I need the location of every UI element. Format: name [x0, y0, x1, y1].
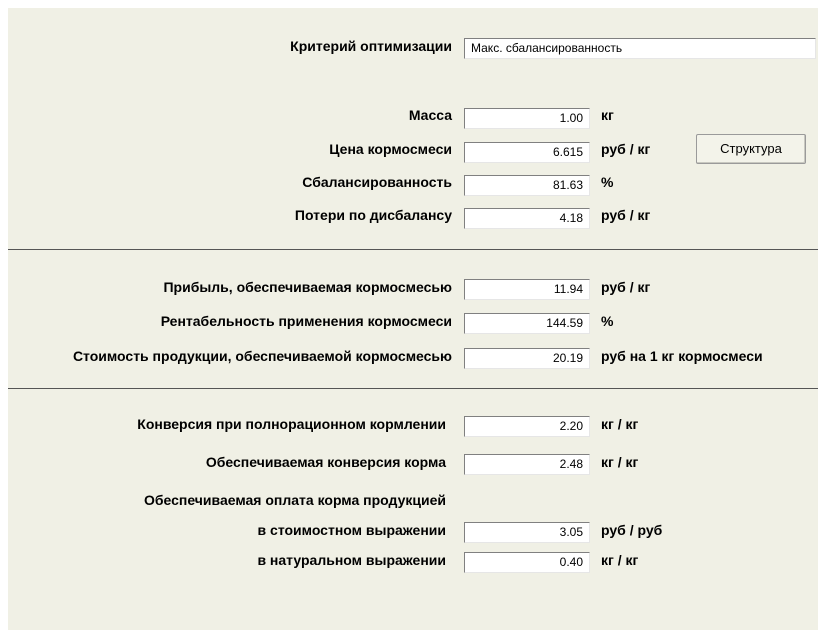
- separator-2: [8, 388, 818, 389]
- price-label: Цена кормосмеси: [329, 141, 452, 157]
- mass-unit: кг: [601, 107, 614, 123]
- balance-label: Сбалансированность: [302, 174, 452, 190]
- mass-label: Масса: [408, 107, 452, 123]
- profitability-field[interactable]: 144.59: [464, 313, 590, 334]
- criterion-field[interactable]: Макс. сбалансированность: [464, 38, 816, 59]
- structure-button[interactable]: Структура: [696, 134, 806, 164]
- payment-value-unit: руб / руб: [601, 522, 663, 538]
- conversion-full-label: Конверсия при полнорационном кормлении: [137, 416, 446, 432]
- balance-field[interactable]: 81.63: [464, 175, 590, 196]
- payment-natural-unit: кг / кг: [601, 552, 639, 568]
- criterion-label: Критерий оптимизации: [290, 38, 452, 54]
- conversion-provided-field[interactable]: 2.48: [464, 454, 590, 475]
- payment-heading: Обеспечиваемая оплата корма продукцией: [143, 492, 446, 508]
- conversion-full-field[interactable]: 2.20: [464, 416, 590, 437]
- profitability-label: Рентабельность применения кормосмеси: [160, 313, 452, 329]
- separator-1: [8, 249, 818, 250]
- profit-label: Прибыль, обеспечиваемая кормосмесью: [163, 279, 452, 295]
- profitability-unit: %: [601, 313, 614, 329]
- balance-unit: %: [601, 174, 614, 190]
- conversion-full-unit: кг / кг: [601, 416, 639, 432]
- product-cost-unit: руб на 1 кг кормосмеси: [601, 348, 763, 364]
- profit-unit: руб / кг: [601, 279, 651, 295]
- losses-unit: руб / кг: [601, 207, 651, 223]
- mass-field[interactable]: 1.00: [464, 108, 590, 129]
- losses-field[interactable]: 4.18: [464, 208, 590, 229]
- payment-natural-label: в натуральном выражении: [257, 552, 446, 568]
- profit-field[interactable]: 11.94: [464, 279, 590, 300]
- payment-value-field[interactable]: 3.05: [464, 522, 590, 543]
- price-unit: руб / кг: [601, 141, 651, 157]
- payment-natural-field[interactable]: 0.40: [464, 552, 590, 573]
- price-field[interactable]: 6.615: [464, 142, 590, 163]
- product-cost-label: Стоимость продукции, обеспечиваемой корм…: [72, 348, 452, 364]
- product-cost-field[interactable]: 20.19: [464, 348, 590, 369]
- losses-label: Потери по дисбалансу: [294, 207, 452, 223]
- conversion-provided-unit: кг / кг: [601, 454, 639, 470]
- conversion-provided-label: Обеспечиваемая конверсия корма: [205, 454, 446, 470]
- payment-value-label: в стоимостном выражении: [257, 522, 446, 538]
